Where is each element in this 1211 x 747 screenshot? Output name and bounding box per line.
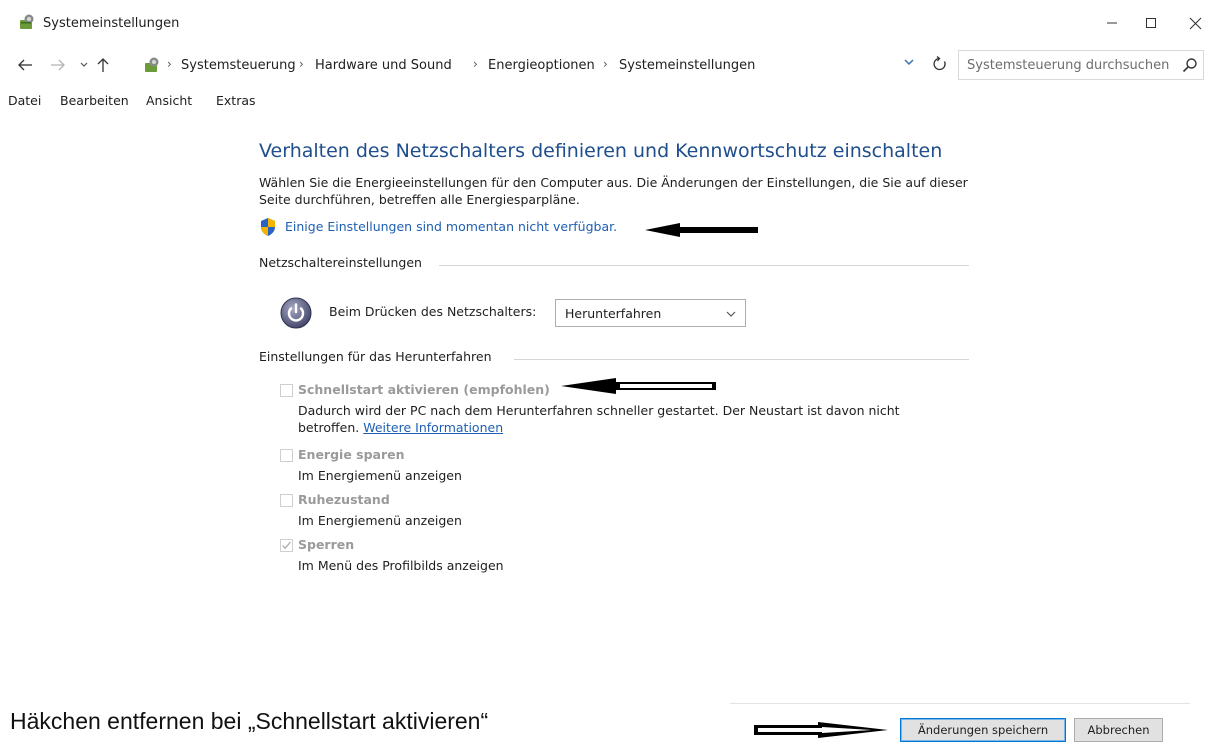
save-changes-button[interactable]: Änderungen speichern bbox=[900, 718, 1066, 742]
menu-item-ansicht[interactable]: Ansicht bbox=[146, 93, 192, 108]
page-description: Wählen Sie die Energieeinstellungen für … bbox=[259, 175, 968, 207]
address-bar[interactable]: › Systemsteuerung › Hardware und Sound ›… bbox=[135, 50, 950, 80]
hibernate-checkbox[interactable] bbox=[280, 494, 293, 507]
breadcrumb-separator: › bbox=[299, 57, 304, 71]
lock-option: Sperren Im Menü des Profilbilds anzeigen bbox=[280, 537, 580, 577]
fast-startup-label: Schnellstart aktivieren (empfohlen) bbox=[298, 382, 550, 397]
breadcrumb-energieoptionen[interactable]: Energieoptionen bbox=[488, 58, 595, 73]
instruction-caption: Häkchen entfernen bei „Schnellstart akti… bbox=[10, 708, 489, 734]
window-title: Systemeinstellungen bbox=[43, 16, 180, 31]
back-button[interactable] bbox=[14, 54, 36, 76]
lock-description: Im Menü des Profilbilds anzeigen bbox=[298, 558, 504, 573]
breadcrumb-separator: › bbox=[167, 57, 172, 71]
control-panel-icon bbox=[20, 14, 34, 29]
footer-divider bbox=[730, 703, 1190, 704]
sleep-checkbox[interactable] bbox=[280, 449, 293, 462]
hibernate-label: Ruhezustand bbox=[298, 492, 390, 507]
fast-startup-checkbox[interactable] bbox=[280, 384, 293, 397]
annotation-arrow-icon bbox=[561, 378, 716, 394]
power-button-section-label: Netzschaltereinstellungen bbox=[259, 255, 432, 270]
power-button-action-label: Beim Drücken des Netzschalters: bbox=[329, 304, 537, 319]
minimize-button[interactable] bbox=[1092, 8, 1132, 38]
maximize-icon bbox=[1146, 18, 1156, 28]
control-panel-icon bbox=[145, 57, 159, 72]
title-bar: Systemeinstellungen bbox=[0, 0, 1211, 44]
power-button-action-select[interactable]: Herunterfahren bbox=[555, 299, 746, 327]
annotation-arrow-icon bbox=[754, 722, 888, 738]
checkmark-icon bbox=[282, 541, 291, 550]
unavailable-settings-text[interactable]: Einige Einstellungen sind momentan nicht… bbox=[285, 219, 617, 234]
chevron-down-icon bbox=[726, 311, 736, 317]
more-info-link[interactable]: Weitere Informationen bbox=[363, 420, 503, 435]
close-icon bbox=[1189, 17, 1201, 29]
arrow-up-icon bbox=[97, 58, 109, 72]
minimize-icon bbox=[1107, 22, 1117, 24]
search-input[interactable] bbox=[959, 51, 1171, 79]
search-box bbox=[958, 50, 1204, 80]
breadcrumb-systemsteuerung[interactable]: Systemsteuerung bbox=[181, 58, 296, 73]
sleep-description: Im Energiemenü anzeigen bbox=[298, 468, 462, 483]
breadcrumb-separator: › bbox=[603, 57, 608, 71]
chevron-down-icon bbox=[904, 59, 914, 66]
menu-item-datei[interactable]: Datei bbox=[8, 93, 41, 108]
section-divider bbox=[514, 359, 969, 360]
up-button[interactable] bbox=[92, 54, 114, 76]
lock-checkbox[interactable] bbox=[280, 539, 293, 552]
chevron-down-icon bbox=[80, 62, 88, 67]
lock-label: Sperren bbox=[298, 537, 355, 552]
shutdown-section-header: Einstellungen für das Herunterfahren bbox=[259, 349, 969, 369]
refresh-icon[interactable] bbox=[931, 55, 949, 73]
page-title: Verhalten des Netzschalters definieren u… bbox=[259, 140, 943, 162]
sleep-option: Energie sparen Im Energiemenü anzeigen bbox=[280, 447, 580, 487]
maximize-button[interactable] bbox=[1131, 8, 1171, 38]
power-button-action-value: Herunterfahren bbox=[565, 306, 662, 321]
address-row: › Systemsteuerung › Hardware und Sound ›… bbox=[0, 48, 1211, 82]
power-button-section-header: Netzschaltereinstellungen bbox=[259, 255, 969, 275]
power-icon bbox=[280, 297, 312, 329]
address-dropdown-button[interactable] bbox=[903, 57, 915, 70]
hibernate-option: Ruhezustand Im Energiemenü anzeigen bbox=[280, 492, 580, 532]
shutdown-section-label: Einstellungen für das Herunterfahren bbox=[259, 349, 502, 364]
hibernate-description: Im Energiemenü anzeigen bbox=[298, 513, 462, 528]
annotation-arrow-icon bbox=[645, 223, 758, 237]
menu-item-extras[interactable]: Extras bbox=[216, 93, 256, 108]
breadcrumb-hardware-und-sound[interactable]: Hardware und Sound bbox=[315, 58, 452, 73]
breadcrumb-systemeinstellungen[interactable]: Systemeinstellungen bbox=[619, 58, 755, 73]
cancel-button[interactable]: Abbrechen bbox=[1074, 718, 1163, 742]
breadcrumb-separator: › bbox=[473, 57, 478, 71]
uac-shield-icon bbox=[261, 218, 275, 236]
menu-bar: Datei Bearbeiten Ansicht Extras bbox=[0, 91, 400, 113]
fast-startup-description: Dadurch wird der PC nach dem Herunterfah… bbox=[298, 402, 938, 436]
sleep-label: Energie sparen bbox=[298, 447, 405, 462]
arrow-right-icon bbox=[51, 59, 65, 71]
arrow-left-icon bbox=[18, 59, 32, 71]
menu-item-bearbeiten[interactable]: Bearbeiten bbox=[60, 93, 129, 108]
search-icon[interactable] bbox=[1181, 56, 1199, 74]
section-divider bbox=[439, 265, 969, 266]
close-button[interactable] bbox=[1175, 8, 1211, 38]
forward-button[interactable] bbox=[47, 54, 69, 76]
